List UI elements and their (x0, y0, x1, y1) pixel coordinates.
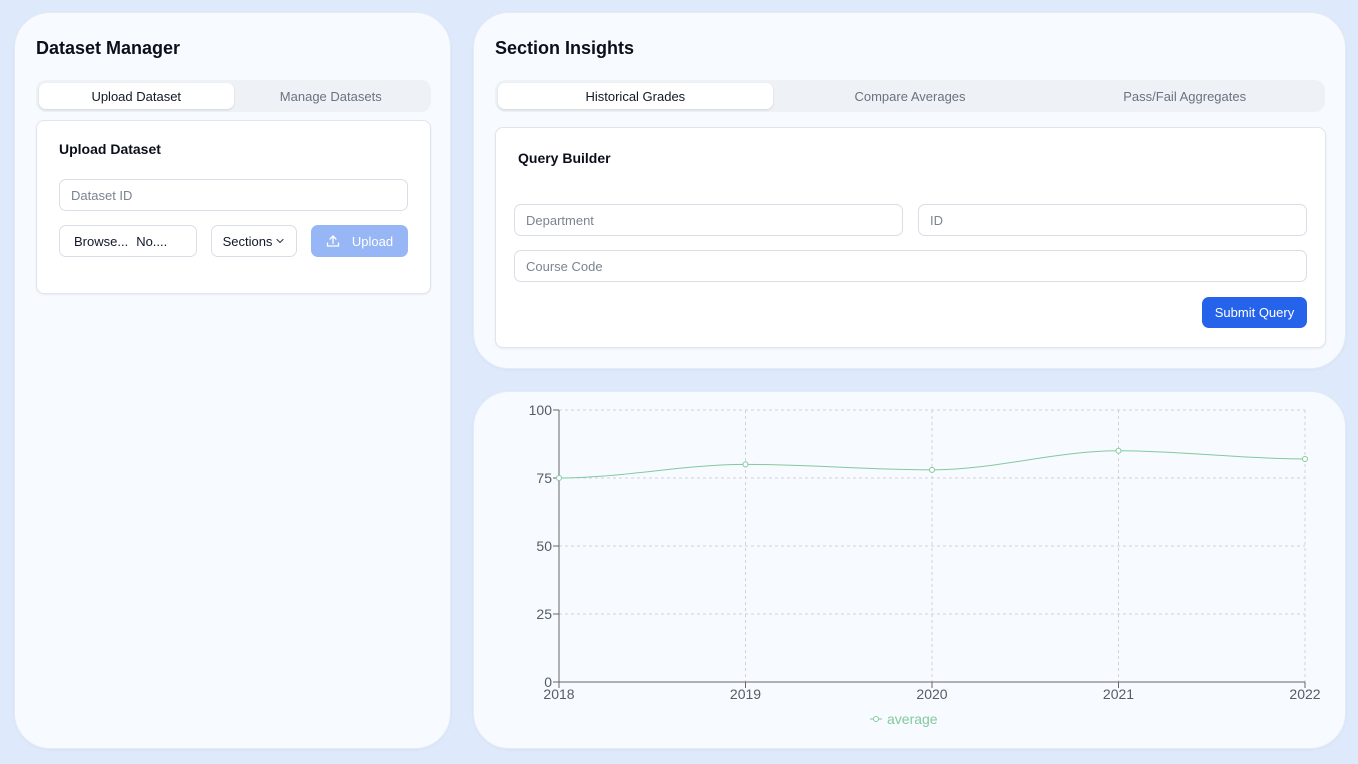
dataset-manager-title: Dataset Manager (36, 38, 181, 58)
tab-upload-dataset[interactable]: Upload Dataset (39, 83, 234, 109)
x-tick-label: 2022 (1289, 686, 1320, 702)
data-point (929, 466, 935, 473)
upload-button[interactable]: Upload (311, 225, 408, 257)
upload-icon (326, 235, 340, 247)
file-picker-button[interactable]: Browse... No.... (59, 225, 197, 257)
upload-dataset-card: Upload Dataset Browse... No.... Sections… (36, 120, 431, 294)
y-tick-label: 25 (536, 606, 552, 622)
x-tick-label: 2019 (730, 686, 761, 702)
historical-grades-chart: 02550751002018 2019 2020 2021 2022average (529, 402, 1321, 727)
y-tick-label: 100 (529, 402, 553, 418)
dataset-kind-select[interactable]: Sections (211, 225, 297, 257)
file-name-label: No.... (136, 233, 168, 249)
submit-query-button[interactable]: Submit Query (1202, 297, 1307, 328)
y-tick-label: 75 (536, 470, 552, 486)
query-builder-card: Query Builder Submit Query (495, 127, 1326, 348)
data-point (556, 475, 562, 481)
y-tick-label: 50 (536, 538, 552, 554)
x-tick-label: 2021 (1103, 686, 1134, 702)
upload-card-title: Upload Dataset (59, 141, 161, 157)
dataset-manager-tabs: Upload Dataset Manage Datasets (36, 80, 431, 112)
x-tick-label: 2020 (916, 686, 947, 702)
upload-button-label: Upload (351, 233, 394, 249)
historical-grades-chart-panel: 0 25 50 75 100 2018 2019 2020 2021 2022 average (473, 391, 1346, 749)
legend-label: average (887, 711, 938, 727)
data-point (1302, 455, 1308, 462)
tab-historical-grades[interactable]: Historical Grades (498, 83, 773, 109)
data-point (742, 461, 749, 468)
section-insights-panel: Section Insights Historical Grades Compa… (473, 12, 1346, 369)
tab-manage-datasets[interactable]: Manage Datasets (234, 83, 429, 109)
query-builder-title: Query Builder (518, 150, 611, 166)
dataset-manager-panel: Dataset Manager Upload Dataset Manage Da… (14, 12, 451, 749)
dataset-kind-value: Sections (222, 233, 273, 249)
department-input[interactable] (514, 204, 903, 236)
data-point (1115, 447, 1122, 454)
section-insights-title: Section Insights (495, 38, 635, 58)
id-input[interactable] (918, 204, 1307, 236)
chevron-down-icon (276, 238, 285, 244)
section-insights-tabs: Historical Grades Compare Averages Pass/… (495, 80, 1325, 112)
dataset-id-input[interactable] (59, 179, 408, 211)
file-browse-label: Browse... (74, 233, 129, 249)
tab-compare-averages[interactable]: Compare Averages (773, 83, 1048, 109)
course-code-input[interactable] (514, 250, 1307, 282)
legend-marker-icon (873, 716, 879, 722)
x-tick-label: 2018 (543, 686, 574, 702)
tab-pass-fail-aggregates[interactable]: Pass/Fail Aggregates (1047, 83, 1322, 109)
